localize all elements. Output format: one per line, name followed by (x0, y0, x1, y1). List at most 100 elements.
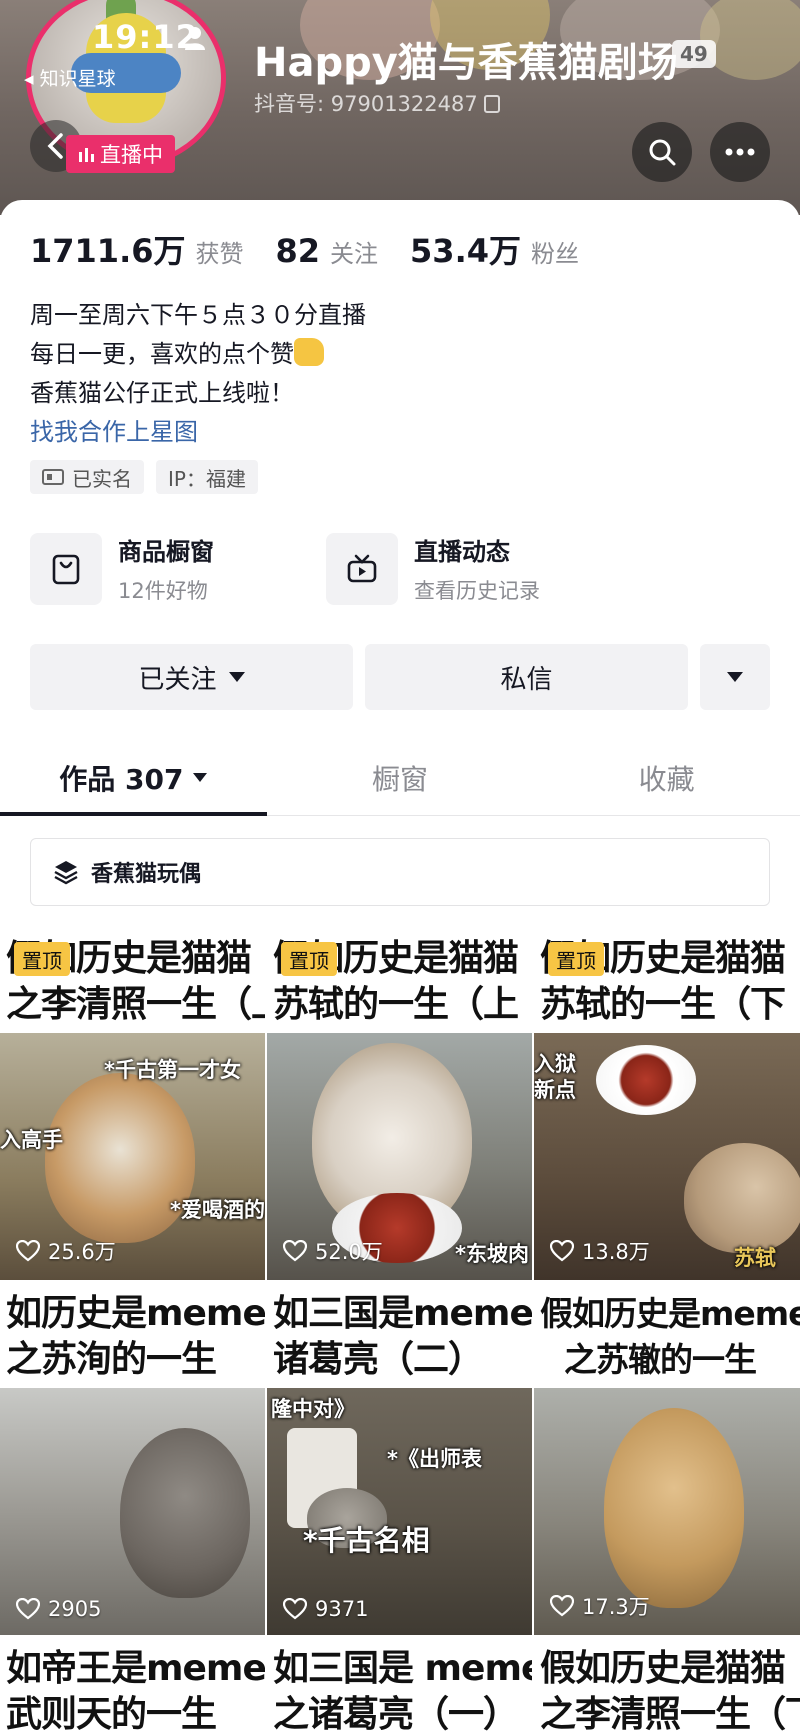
video-caption: 假如历史是meme 之苏辙的一生 (534, 1283, 800, 1388)
video-grid: 假如历史是猫猫 之李清照一生（上 置顶 *千古第一才女 入高手 *爱喝酒的 25… (0, 928, 800, 1635)
overlay-text: 苏轼 (734, 1246, 776, 1270)
live-history-entry[interactable]: 直播动态 查看历史记录 (326, 532, 566, 605)
video-card[interactable]: 假如历史是猫猫 之李清照一生（下 (534, 1638, 800, 1733)
bio-line-text: 每日一更，喜欢的点个赞 (30, 340, 294, 368)
collection-bar[interactable]: 香蕉猫玩偶 (30, 838, 770, 906)
product-window-sub: 12件好物 (118, 579, 208, 603)
video-card[interactable]: 假如历史是meme 之苏辙的一生 17.3万 (534, 1283, 800, 1635)
following-count[interactable]: 82 (276, 232, 321, 270)
thought-bubble-image (596, 1045, 696, 1115)
copy-icon[interactable] (483, 95, 500, 113)
caption-line: 之李清照一生（下 (540, 1694, 800, 1733)
live-badge-label: 直播中 (100, 143, 163, 167)
back-app-label: 知识星球 (39, 68, 116, 90)
person-icon (185, 27, 205, 50)
action-buttons: 已关注 私信 (30, 644, 770, 710)
video-caption: 假如历史是猫猫 之李清照一生（下 (534, 1638, 800, 1733)
ip-tag: IP：福建 (156, 460, 258, 494)
caret-down-icon (727, 672, 743, 682)
message-button[interactable]: 私信 (365, 644, 688, 710)
video-card[interactable]: 假如历史是猫猫 之李清照一生（上 置顶 *千古第一才女 入高手 *爱喝酒的 25… (0, 928, 265, 1280)
status-time: 19:12 (92, 18, 199, 56)
heart-icon (550, 1595, 574, 1617)
id-card-icon (42, 469, 64, 485)
level-badge: 49 (672, 40, 716, 68)
caption-line: 如三国是 meme (273, 1648, 532, 1689)
followers-count[interactable]: 53.4万 (410, 226, 521, 272)
video-caption: 如三国是 meme 之诸葛亮（一） (267, 1638, 532, 1733)
realname-tag: 已实名 (30, 460, 144, 494)
followed-label: 已关注 (138, 664, 217, 695)
services-row: 商品橱窗 12件好物 直播动态 查看历史记录 (30, 532, 566, 605)
caption-line: 武则天的一生 (6, 1694, 217, 1733)
cat-image (684, 1143, 800, 1253)
tv-icon (326, 532, 398, 605)
tab-works[interactable]: 作品 307 (0, 740, 267, 816)
live-history-title: 直播动态 (414, 538, 510, 566)
video-card[interactable]: 假如历史是猫猫 苏轼的一生（下 置顶 入狱 新点 苏轼 13.8万 (534, 928, 800, 1280)
video-card[interactable]: 如三国是 meme 之诸葛亮（一） (267, 1638, 532, 1733)
video-caption: 如历史是meme 之苏洵的一生 (0, 1283, 265, 1388)
search-button[interactable] (632, 122, 692, 182)
like-count: 13.8万 (550, 1236, 650, 1266)
more-button[interactable] (710, 122, 770, 182)
profile-nickname: Happy猫与香蕉猫剧场 (254, 40, 678, 86)
overlay-text: 隆中对》 (271, 1397, 355, 1421)
video-card[interactable]: 假如历史是猫猫 苏轼的一生（上 置顶 *东坡肉 52.0万 (267, 928, 532, 1280)
caption-line: 苏轼的一生（上 (273, 984, 519, 1025)
pinned-badge: 置顶 (548, 942, 604, 976)
douyin-id[interactable]: 抖音号: 97901322487 (254, 88, 500, 118)
caption-line: 之苏辙的一生 (564, 1340, 757, 1379)
like-count-text: 52.0万 (315, 1240, 383, 1264)
cat-image (120, 1428, 250, 1598)
profile-tags: 已实名 IP：福建 (30, 460, 258, 494)
heart-icon (283, 1598, 307, 1620)
followers-label: 粉丝 (531, 240, 579, 268)
bio-line: 周一至周六下午５点３０分直播 (30, 301, 366, 329)
bio-line-2: 每日一更，喜欢的点个赞 (30, 335, 366, 374)
caption-line: 如帝王是meme (6, 1648, 265, 1689)
like-count: 9371 (283, 1597, 368, 1621)
product-window-entry[interactable]: 商品橱窗 12件好物 (30, 532, 270, 605)
tab-favorites[interactable]: 收藏 (533, 740, 800, 815)
back-to-app-link[interactable]: ◂ 知识星球 (24, 64, 116, 91)
like-count-text: 9371 (315, 1597, 369, 1621)
heart-icon (16, 1598, 40, 1620)
likes-count[interactable]: 1711.6万 (30, 226, 186, 272)
likes-label: 获赞 (195, 240, 244, 268)
overlay-text: 入高手 (0, 1128, 63, 1152)
product-window-title: 商品橱窗 (118, 538, 214, 566)
caption-line: 如历史是meme (6, 1293, 265, 1334)
search-icon (649, 139, 676, 166)
pinned-badge: 置顶 (281, 942, 337, 976)
live-bars-icon (79, 148, 94, 162)
caption-line: 之诸葛亮（一） (273, 1694, 519, 1733)
video-card[interactable]: 如历史是meme 之苏洵的一生 2905 (0, 1283, 265, 1635)
video-card[interactable]: 如三国是meme 诸葛亮（二） 隆中对》 *《出师表 *千古名相 9371 (267, 1283, 532, 1635)
bio: 周一至周六下午５点３０分直播 每日一更，喜欢的点个赞 香蕉猫公仔正式上线啦！ 找… (30, 296, 366, 452)
overlay-text: *千古名相 (303, 1524, 430, 1557)
overlay-text: *东坡肉 (455, 1242, 529, 1266)
more-options-button[interactable] (700, 644, 770, 710)
stats-row: 1711.6万 获赞 82 关注 53.4万 粉丝 (30, 226, 611, 272)
caption-line: 之李清照一生（上 (6, 984, 265, 1025)
video-card[interactable]: 如帝王是meme 武则天的一生 (0, 1638, 265, 1733)
cooperation-link[interactable]: 找我合作上星图 (30, 413, 366, 452)
caption-line: 如三国是meme (273, 1293, 532, 1334)
like-count: 25.6万 (16, 1236, 116, 1266)
like-count-text: 25.6万 (48, 1240, 116, 1264)
heart-icon (550, 1240, 574, 1262)
caret-down-icon (193, 773, 208, 782)
live-badge[interactable]: 直播中 (66, 135, 175, 173)
banner-art (700, 0, 800, 80)
tab-window[interactable]: 橱窗 (267, 740, 534, 815)
followed-button[interactable]: 已关注 (30, 644, 353, 710)
overlay-text: *千古第一才女 (104, 1058, 241, 1082)
like-count-text: 2905 (48, 1597, 102, 1621)
cat-image (604, 1408, 744, 1608)
live-history-sub: 查看历史记录 (414, 579, 540, 603)
overlay-text: 新点 (534, 1078, 576, 1102)
like-count: 17.3万 (550, 1591, 650, 1621)
video-caption: 如帝王是meme 武则天的一生 (0, 1638, 265, 1733)
realname-label: 已实名 (72, 466, 132, 491)
